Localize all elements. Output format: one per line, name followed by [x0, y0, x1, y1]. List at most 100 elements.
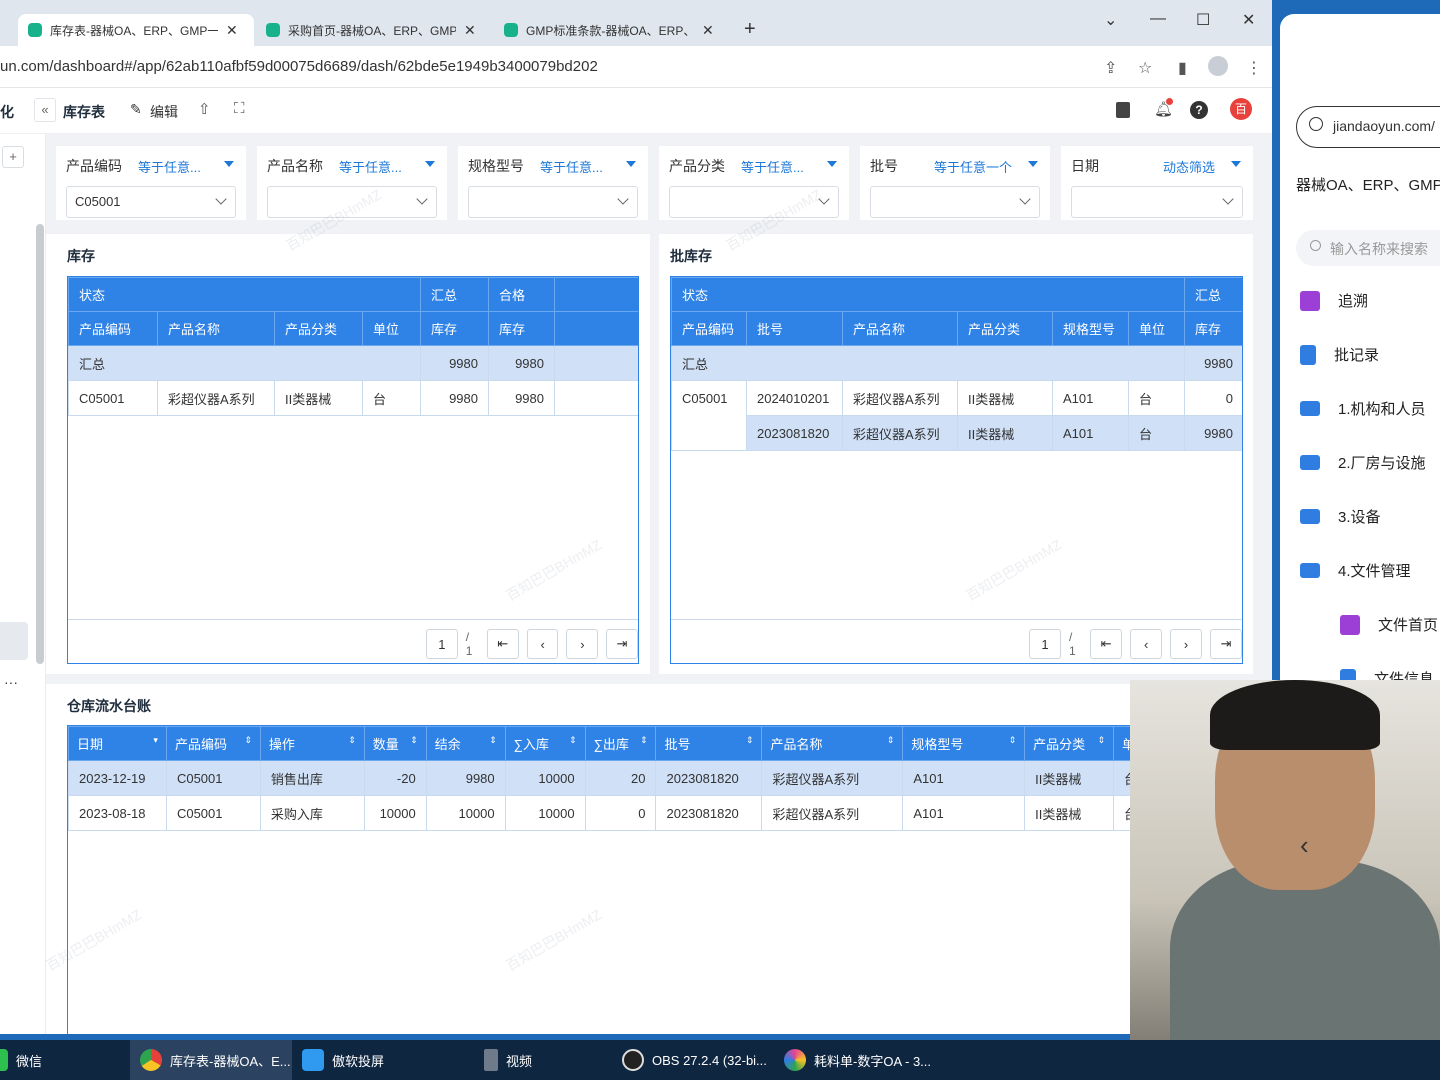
filter-operator[interactable]: 等于任意...: [138, 157, 201, 176]
caret-down-icon[interactable]: [224, 161, 234, 167]
export-icon[interactable]: ⇧: [198, 100, 211, 118]
column-header[interactable]: ∑入库 ⇕: [504, 726, 586, 761]
column-header-name[interactable]: 产品名称: [157, 311, 275, 346]
collapse-icon[interactable]: «: [34, 98, 56, 122]
prev-page-icon[interactable]: ‹: [526, 629, 559, 659]
close-tab-icon[interactable]: ✕: [226, 22, 238, 39]
url-text[interactable]: un.com/dashboard#/app/62ab110afbf59d0007…: [0, 58, 598, 75]
vertical-scrollbar[interactable]: [36, 224, 44, 664]
taskbar-item-obs[interactable]: OBS 27.2.4 (32-bi...: [612, 1040, 774, 1080]
table-row[interactable]: 2023-08-18 C05001 采购入库 10000 10000 10000 0 2023…: [68, 795, 1242, 831]
column-header-unit[interactable]: 单位: [1128, 311, 1185, 346]
sort-icon[interactable]: ⇕: [1098, 734, 1106, 746]
next-page-icon[interactable]: ›: [1170, 629, 1203, 659]
sort-icon[interactable]: ⇕: [244, 734, 252, 746]
caret-down-icon[interactable]: [827, 161, 837, 167]
column-header[interactable]: 批号 ⇕: [655, 726, 763, 761]
notebook-icon[interactable]: [1116, 102, 1130, 118]
taskbar-item-oa[interactable]: 耗料单-数字OA - 3...: [774, 1040, 944, 1080]
column-header[interactable]: 结余 ⇕: [425, 726, 506, 761]
next-page-icon[interactable]: ›: [566, 629, 599, 659]
taskbar-item-chrome[interactable]: 库存表-器械OA、E...: [130, 1040, 292, 1080]
sort-icon[interactable]: ⇕: [348, 734, 356, 746]
first-page-icon[interactable]: ⇤: [1090, 629, 1123, 659]
filter-operator[interactable]: 等于任意...: [339, 157, 402, 176]
sort-icon[interactable]: ⇕: [1009, 734, 1017, 746]
column-header[interactable]: 规格型号 ⇕: [902, 726, 1026, 761]
filter-select[interactable]: [267, 186, 437, 218]
filter-operator[interactable]: 动态筛选: [1163, 157, 1215, 176]
first-page-icon[interactable]: ⇤: [486, 629, 519, 659]
sort-icon[interactable]: ⇕: [489, 734, 497, 746]
last-page-icon[interactable]: ⇥: [1210, 629, 1242, 659]
sort-icon[interactable]: ⇕: [746, 734, 754, 746]
menu-item-org[interactable]: 1.机构和人员: [1300, 398, 1426, 419]
browser-tab-gmp[interactable]: GMP标准条款-器械OA、ERP、GMP... ✕: [494, 14, 730, 46]
column-header-model[interactable]: 规格型号: [1052, 311, 1129, 346]
prev-page-icon[interactable]: ‹: [1130, 629, 1163, 659]
back-chevron-icon[interactable]: ‹: [1300, 830, 1309, 861]
profile-icon[interactable]: [1208, 56, 1228, 76]
filter-select[interactable]: [468, 186, 638, 218]
menu-item-docs[interactable]: 4.文件管理: [1300, 560, 1411, 581]
menu-item-trace[interactable]: 追溯: [1300, 290, 1368, 311]
edit-button[interactable]: 编辑: [150, 102, 178, 122]
filter-operator[interactable]: 等于任意...: [741, 157, 804, 176]
tab-search-icon[interactable]: ⌄: [1104, 10, 1117, 30]
browser-tab-inventory[interactable]: 库存表-器械OA、ERP、GMP一体... ✕: [18, 14, 254, 46]
url-search-field[interactable]: jiandaoyun.com/: [1296, 106, 1440, 148]
column-header[interactable]: 产品名称 ⇕: [761, 726, 904, 761]
help-icon[interactable]: ?: [1190, 101, 1208, 119]
caret-down-icon[interactable]: [1231, 161, 1241, 167]
filter-select[interactable]: C05001: [66, 186, 236, 218]
close-tab-icon[interactable]: ✕: [702, 22, 714, 39]
table-row[interactable]: C05001 彩超仪器A系列 II类器械 台 9980 9980: [68, 380, 638, 416]
caret-down-icon[interactable]: [1028, 161, 1038, 167]
bookmark-star-icon[interactable]: ☆: [1138, 58, 1152, 78]
filter-select[interactable]: [669, 186, 839, 218]
sidebar-icon[interactable]: ▮: [1178, 58, 1187, 78]
close-window-button[interactable]: ✕: [1242, 10, 1255, 30]
column-header-code[interactable]: 产品编码: [671, 311, 747, 346]
minimize-button[interactable]: —: [1150, 10, 1166, 28]
column-header-stock[interactable]: 库存: [420, 311, 489, 346]
column-header-category[interactable]: 产品分类: [957, 311, 1053, 346]
table-row[interactable]: 2023-12-19 C05001 销售出库 -20 9980 10000 20 202308…: [68, 760, 1242, 796]
close-tab-icon[interactable]: ✕: [464, 22, 476, 39]
menu-kebab-icon[interactable]: ⋮: [1246, 58, 1262, 78]
address-bar[interactable]: un.com/dashboard#/app/62ab110afbf59d0007…: [0, 46, 1272, 88]
rail-selected-item[interactable]: [0, 622, 28, 660]
column-header-stock[interactable]: 库存: [1184, 311, 1242, 346]
column-header-code[interactable]: 产品编码: [68, 311, 158, 346]
last-page-icon[interactable]: ⇥: [606, 629, 638, 659]
filter-operator[interactable]: 等于任意...: [540, 157, 603, 176]
browser-tab-purchase[interactable]: 采购首页-器械OA、ERP、GMP一... ✕: [256, 14, 492, 46]
new-tab-button[interactable]: +: [744, 18, 756, 41]
column-header-stock-qualified[interactable]: 库存: [488, 311, 555, 346]
filter-select[interactable]: [1071, 186, 1243, 218]
filter-operator[interactable]: 等于任意一个: [934, 157, 1012, 176]
column-header[interactable]: ∑出库 ⇕: [584, 726, 657, 761]
column-header-name[interactable]: 产品名称: [842, 311, 958, 346]
taskbar-item-mirror[interactable]: 傲软投屏: [292, 1040, 454, 1080]
caret-down-icon[interactable]: [425, 161, 435, 167]
column-header[interactable]: 产品编码 ⇕: [165, 726, 261, 761]
filter-select[interactable]: [870, 186, 1040, 218]
share-icon[interactable]: ⇪: [1104, 58, 1117, 78]
column-header[interactable]: 产品分类 ⇕: [1024, 726, 1115, 761]
menu-item-batch-record[interactable]: 批记录: [1300, 344, 1379, 365]
column-header-batch[interactable]: 批号: [746, 311, 843, 346]
add-icon[interactable]: +: [2, 146, 24, 168]
table-row[interactable]: C05001 2024010201 彩超仪器A系列 II类器械 A101 台 0: [671, 380, 1242, 451]
column-header-category[interactable]: 产品分类: [274, 311, 363, 346]
sort-desc-icon[interactable]: ▾: [153, 734, 158, 746]
menu-search-input[interactable]: 输入名称来搜索: [1296, 230, 1440, 266]
page-input[interactable]: 1: [1029, 629, 1061, 659]
caret-down-icon[interactable]: [626, 161, 636, 167]
maximize-button[interactable]: ☐: [1196, 10, 1210, 30]
taskbar-item-wechat[interactable]: 微信: [0, 1040, 130, 1080]
menu-item-equipment[interactable]: 3.设备: [1300, 506, 1381, 527]
taskbar-item-video[interactable]: 视频: [454, 1040, 612, 1080]
edit-icon[interactable]: ✎: [130, 101, 142, 118]
page-input[interactable]: 1: [426, 629, 458, 659]
